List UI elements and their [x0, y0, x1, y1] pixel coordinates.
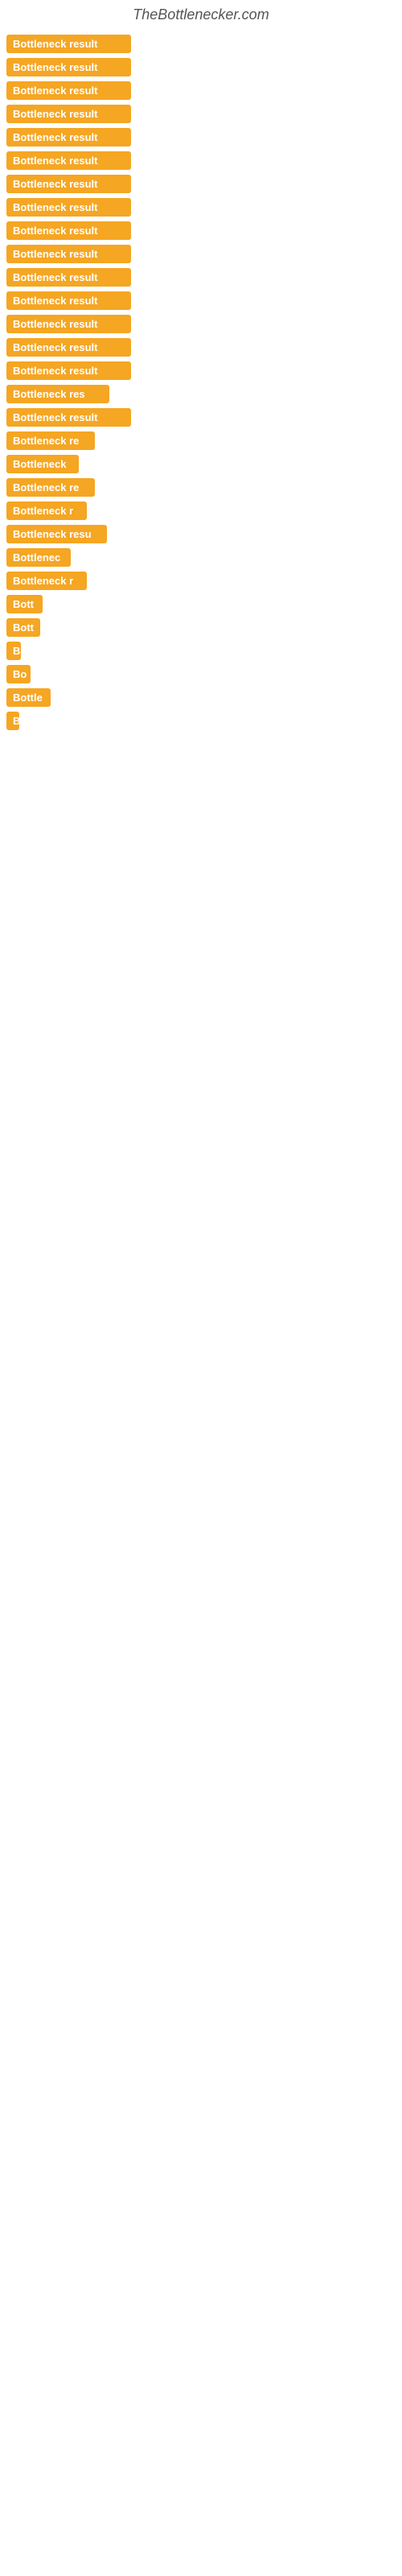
bottleneck-badge[interactable]: Bottleneck result — [6, 361, 131, 380]
bottleneck-badge[interactable]: Bottleneck r — [6, 572, 87, 590]
list-item: Bottleneck result — [6, 291, 396, 310]
page-wrapper: TheBottlenecker.com Bottleneck resultBot… — [0, 0, 402, 738]
list-item: Bottleneck result — [6, 315, 396, 333]
list-item: Bottlenec — [6, 548, 396, 567]
bottleneck-badge[interactable]: Bottleneck — [6, 455, 79, 473]
list-item: B — [6, 642, 396, 660]
list-item: Bottleneck result — [6, 58, 396, 76]
bottleneck-badge[interactable]: Bottleneck re — [6, 478, 95, 497]
bottleneck-badge[interactable]: Bottlenec — [6, 548, 71, 567]
list-item: Bottleneck r — [6, 502, 396, 520]
bottleneck-badge[interactable]: Bottleneck re — [6, 431, 95, 450]
list-item: Bottleneck result — [6, 81, 396, 100]
bottleneck-badge[interactable]: Bottleneck result — [6, 268, 131, 287]
list-item: Bottleneck result — [6, 268, 396, 287]
list-item: Bottleneck res — [6, 385, 396, 403]
bottleneck-badge[interactable]: Bottleneck result — [6, 58, 131, 76]
list-item: Bottleneck result — [6, 361, 396, 380]
bottleneck-badge[interactable]: Bottleneck res — [6, 385, 109, 403]
bottleneck-badge[interactable]: Bottleneck result — [6, 221, 131, 240]
bottleneck-badge[interactable]: Bottleneck result — [6, 315, 131, 333]
site-title: TheBottlenecker.com — [0, 0, 402, 27]
bottleneck-badge[interactable]: Bottleneck result — [6, 408, 131, 427]
list-item: Bottleneck result — [6, 35, 396, 53]
bottleneck-badge[interactable]: Bott — [6, 595, 43, 613]
bottleneck-badge[interactable]: B — [6, 712, 19, 730]
list-item: Bo — [6, 665, 396, 683]
bottleneck-badge[interactable]: B — [6, 642, 21, 660]
bottleneck-list: Bottleneck result Bottleneck result Bottle… — [0, 27, 402, 738]
list-item: Bottleneck result — [6, 245, 396, 263]
list-item: Bott — [6, 618, 396, 637]
list-item: Bottleneck — [6, 455, 396, 473]
bottleneck-badge[interactable]: Bottleneck result — [6, 128, 131, 147]
bottleneck-badge[interactable]: Bottleneck resu — [6, 525, 107, 543]
list-item: Bottle — [6, 688, 396, 707]
bottleneck-badge[interactable]: Bo — [6, 665, 31, 683]
list-item: Bottleneck result — [6, 151, 396, 170]
list-item: Bottleneck result — [6, 175, 396, 193]
bottleneck-badge[interactable]: Bottleneck result — [6, 175, 131, 193]
bottleneck-badge[interactable]: Bottleneck result — [6, 81, 131, 100]
bottleneck-badge[interactable]: Bottleneck result — [6, 198, 131, 217]
list-item: Bottleneck result — [6, 128, 396, 147]
list-item: Bottleneck result — [6, 221, 396, 240]
bottleneck-badge[interactable]: Bottleneck result — [6, 35, 131, 53]
bottleneck-badge[interactable]: Bottleneck r — [6, 502, 87, 520]
bottleneck-badge[interactable]: Bott — [6, 618, 40, 637]
bottleneck-badge[interactable]: Bottleneck result — [6, 245, 131, 263]
bottleneck-badge[interactable]: Bottleneck result — [6, 151, 131, 170]
list-item: B — [6, 712, 396, 730]
bottleneck-badge[interactable]: Bottleneck result — [6, 291, 131, 310]
bottleneck-badge[interactable]: Bottleneck result — [6, 105, 131, 123]
list-item: Bottleneck re — [6, 478, 396, 497]
list-item: Bottleneck re — [6, 431, 396, 450]
bottleneck-badge[interactable]: Bottleneck result — [6, 338, 131, 357]
list-item: Bottleneck result — [6, 198, 396, 217]
list-item: Bottleneck resu — [6, 525, 396, 543]
list-item: Bott — [6, 595, 396, 613]
list-item: Bottleneck r — [6, 572, 396, 590]
bottleneck-badge[interactable]: Bottle — [6, 688, 51, 707]
list-item: Bottleneck result — [6, 408, 396, 427]
list-item: Bottleneck result — [6, 105, 396, 123]
list-item: Bottleneck result — [6, 338, 396, 357]
